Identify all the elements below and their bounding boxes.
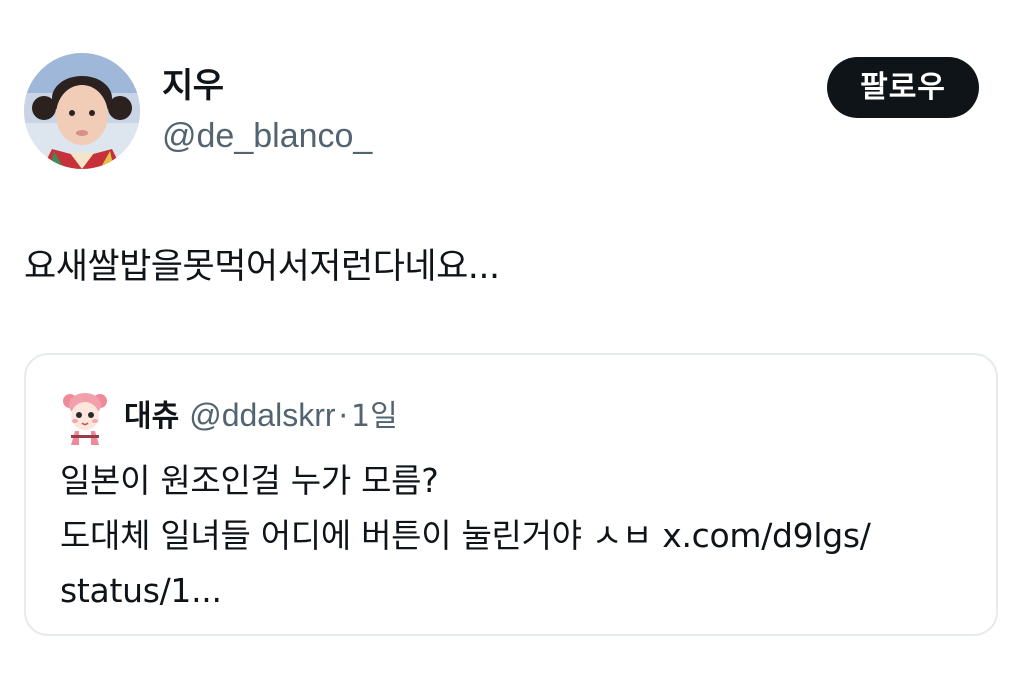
quoted-tweet-line: 도대체 일녀들 어디에 버튼이 눌린거야 ㅅㅂ x.com/d9lgs/	[60, 516, 871, 555]
quoted-tweet-text: 일본이 원조인걸 누가 모름? 도대체 일녀들 어디에 버튼이 눌린거야 ㅅㅂ …	[60, 453, 980, 618]
follow-button[interactable]: 팔로우	[827, 57, 979, 118]
quoted-author-display-name[interactable]: 대츄	[124, 399, 179, 434]
separator-dot: ·	[338, 399, 349, 434]
author-display-name[interactable]: 지우	[162, 64, 224, 108]
author-avatar[interactable]	[24, 53, 140, 169]
quoted-tweet-card[interactable]: 대츄 @ddalskrr · 1일 일본이 원조인걸 누가 모름? 도대체 일녀들 어…	[24, 353, 998, 636]
quoted-tweet-line: 일본이 원조인걸 누가 모름?	[60, 461, 439, 500]
author-handle[interactable]: @de_blanco_	[162, 114, 372, 158]
quoted-author-avatar[interactable]	[62, 389, 108, 445]
quoted-tweet-timestamp[interactable]: 1일	[351, 399, 398, 434]
quoted-tweet-line: status/1...	[60, 571, 222, 610]
quoted-tweet-header: 대츄 @ddalskrr · 1일	[124, 393, 398, 439]
tweet-text: 요새쌀밥을못먹어서저런다네요...	[24, 247, 500, 287]
quoted-author-handle[interactable]: @ddalskrr	[189, 397, 335, 433]
